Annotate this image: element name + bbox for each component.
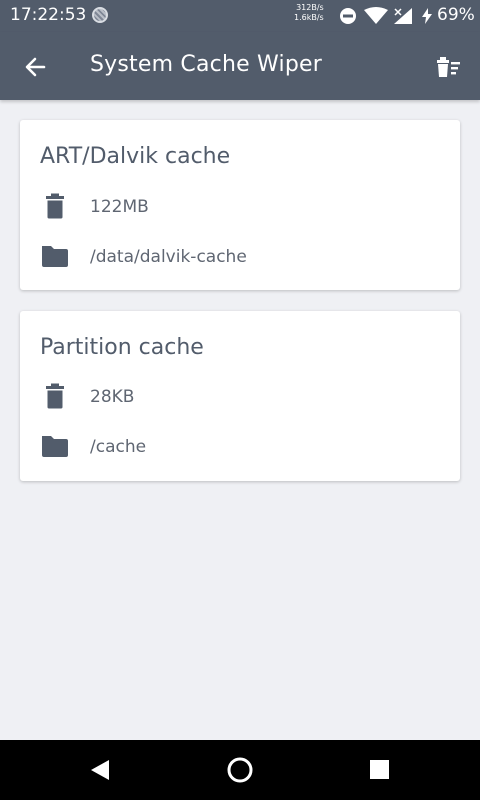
folder-icon <box>42 436 68 457</box>
card-title: ART/Dalvik cache <box>40 144 231 169</box>
cache-path: /data/dalvik-cache <box>90 247 247 267</box>
card-title: Partition cache <box>40 335 204 360</box>
cache-card-partition[interactable]: Partition cache 28KB /cache <box>20 311 460 481</box>
notification-dot-icon <box>92 7 108 23</box>
nav-back-button[interactable] <box>82 752 118 788</box>
battery-percentage: 69% <box>437 5 475 25</box>
network-speed-down: 1.6kB/s <box>294 13 324 22</box>
back-button[interactable] <box>20 52 50 82</box>
app-bar: System Cache Wiper <box>0 32 480 100</box>
status-bar: 17:22:53 312B/s 1.6kB/s 69% <box>0 0 480 32</box>
trash-icon <box>46 193 64 219</box>
cache-path: /cache <box>90 437 147 457</box>
circle-home-icon <box>227 757 253 783</box>
status-icons <box>340 7 412 24</box>
folder-icon <box>42 246 68 267</box>
delete-sweep-icon <box>437 57 460 77</box>
signal-icon <box>394 8 412 24</box>
navigation-bar <box>0 740 480 800</box>
nav-recents-button[interactable] <box>362 752 398 788</box>
screen: 17:22:53 312B/s 1.6kB/s 69% System Cache… <box>0 0 480 800</box>
cache-size: 28KB <box>90 387 135 407</box>
status-time: 17:22:53 <box>10 5 87 25</box>
dnd-icon <box>340 8 356 24</box>
cache-card-dalvik[interactable]: ART/Dalvik cache 122MB /data/dalvik-cach… <box>20 120 460 290</box>
wifi-icon <box>364 7 388 24</box>
trash-icon <box>46 383 64 409</box>
network-speed: 312B/s 1.6kB/s <box>294 3 324 23</box>
nav-home-button[interactable] <box>222 752 258 788</box>
triangle-back-icon <box>91 760 109 780</box>
app-title: System Cache Wiper <box>90 52 322 77</box>
charging-bolt-icon <box>422 8 432 24</box>
wipe-all-button[interactable] <box>434 52 464 82</box>
square-recents-icon <box>370 760 389 779</box>
network-speed-up: 312B/s <box>296 3 324 12</box>
cache-size: 122MB <box>90 197 149 217</box>
